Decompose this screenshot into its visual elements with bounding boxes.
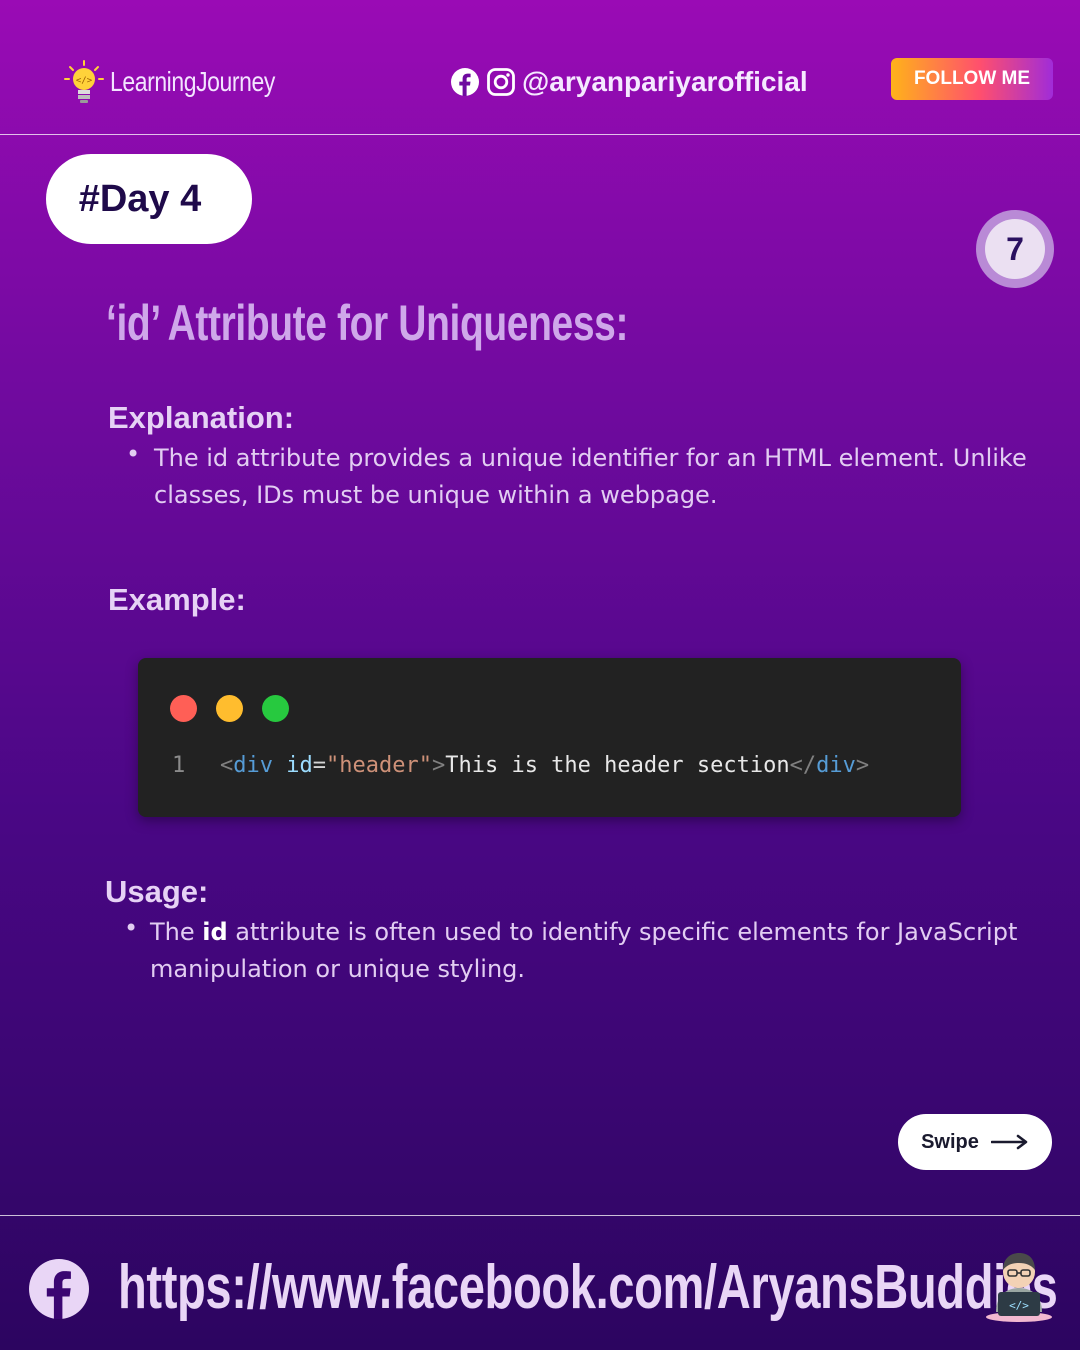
header-divider — [0, 134, 1080, 135]
svg-text:</>: </> — [1009, 1299, 1029, 1312]
slide-title: ‘id’ Attribute for Uniqueness: — [106, 295, 629, 351]
code-bracket: > — [431, 753, 446, 778]
facebook-icon[interactable] — [28, 1258, 90, 1320]
svg-text:</>: </> — [76, 76, 93, 86]
code-bracket: > — [855, 753, 870, 778]
code-attribute: id — [286, 753, 313, 778]
instagram-icon[interactable] — [486, 67, 516, 97]
code-bracket: </ — [789, 753, 817, 778]
swipe-button[interactable]: Swipe — [898, 1114, 1052, 1170]
code-tag: div — [233, 753, 273, 778]
social-handle: @aryanpariyarofficial — [450, 66, 808, 98]
coder-avatar-icon: </> — [986, 1253, 1052, 1322]
usage-text-post: attribute is often used to identify spec… — [150, 918, 1018, 983]
usage-text-bold: id — [202, 918, 228, 946]
explanation-text: The id attribute provides a unique ident… — [154, 444, 1027, 509]
code-tag: div — [816, 753, 856, 778]
brand-name: LearningJourney — [110, 66, 275, 97]
usage-bullet: • The id attribute is often used to iden… — [124, 914, 1024, 988]
handle-text[interactable]: @aryanpariyarofficial — [522, 66, 808, 98]
window-minimize-dot — [216, 695, 243, 722]
usage-heading: Usage: — [105, 874, 209, 909]
bullet-dot: • — [126, 440, 141, 468]
usage-text: The id attribute is often used to identi… — [124, 914, 1024, 988]
code-text: This is the header section — [445, 753, 790, 778]
page-number: 7 — [985, 219, 1045, 279]
code-string: "header" — [326, 753, 432, 778]
code-line: 1 <div id="header">This is the header sec… — [172, 753, 869, 778]
facebook-page-link[interactable]: https://www.facebook.com/AryansBuddies — [118, 1252, 1058, 1323]
brand-logo: </> LearningJourney — [64, 60, 311, 104]
explanation-heading: Explanation: — [108, 400, 295, 435]
usage-text-pre: The — [150, 918, 203, 946]
line-number: 1 — [172, 753, 186, 778]
follow-me-button[interactable]: FOLLOW ME — [891, 58, 1053, 100]
footer-divider — [0, 1215, 1080, 1216]
window-close-dot — [170, 695, 197, 722]
page-number-badge: 7 — [976, 210, 1054, 288]
code-bracket: < — [220, 753, 234, 778]
code-equals: = — [312, 753, 326, 778]
window-maximize-dot — [262, 695, 289, 722]
swipe-label: Swipe — [921, 1130, 979, 1153]
lightbulb-icon: </> — [64, 60, 104, 103]
explanation-bullet: • The id attribute provides a unique ide… — [126, 440, 1046, 514]
code-window: 1 <div id="header">This is the header sec… — [138, 658, 961, 817]
example-heading: Example: — [108, 582, 246, 617]
day-badge: #Day 4 — [46, 154, 252, 244]
facebook-icon[interactable] — [450, 67, 480, 97]
arrow-right-icon — [990, 1134, 1028, 1150]
bullet-dot: • — [124, 914, 139, 942]
